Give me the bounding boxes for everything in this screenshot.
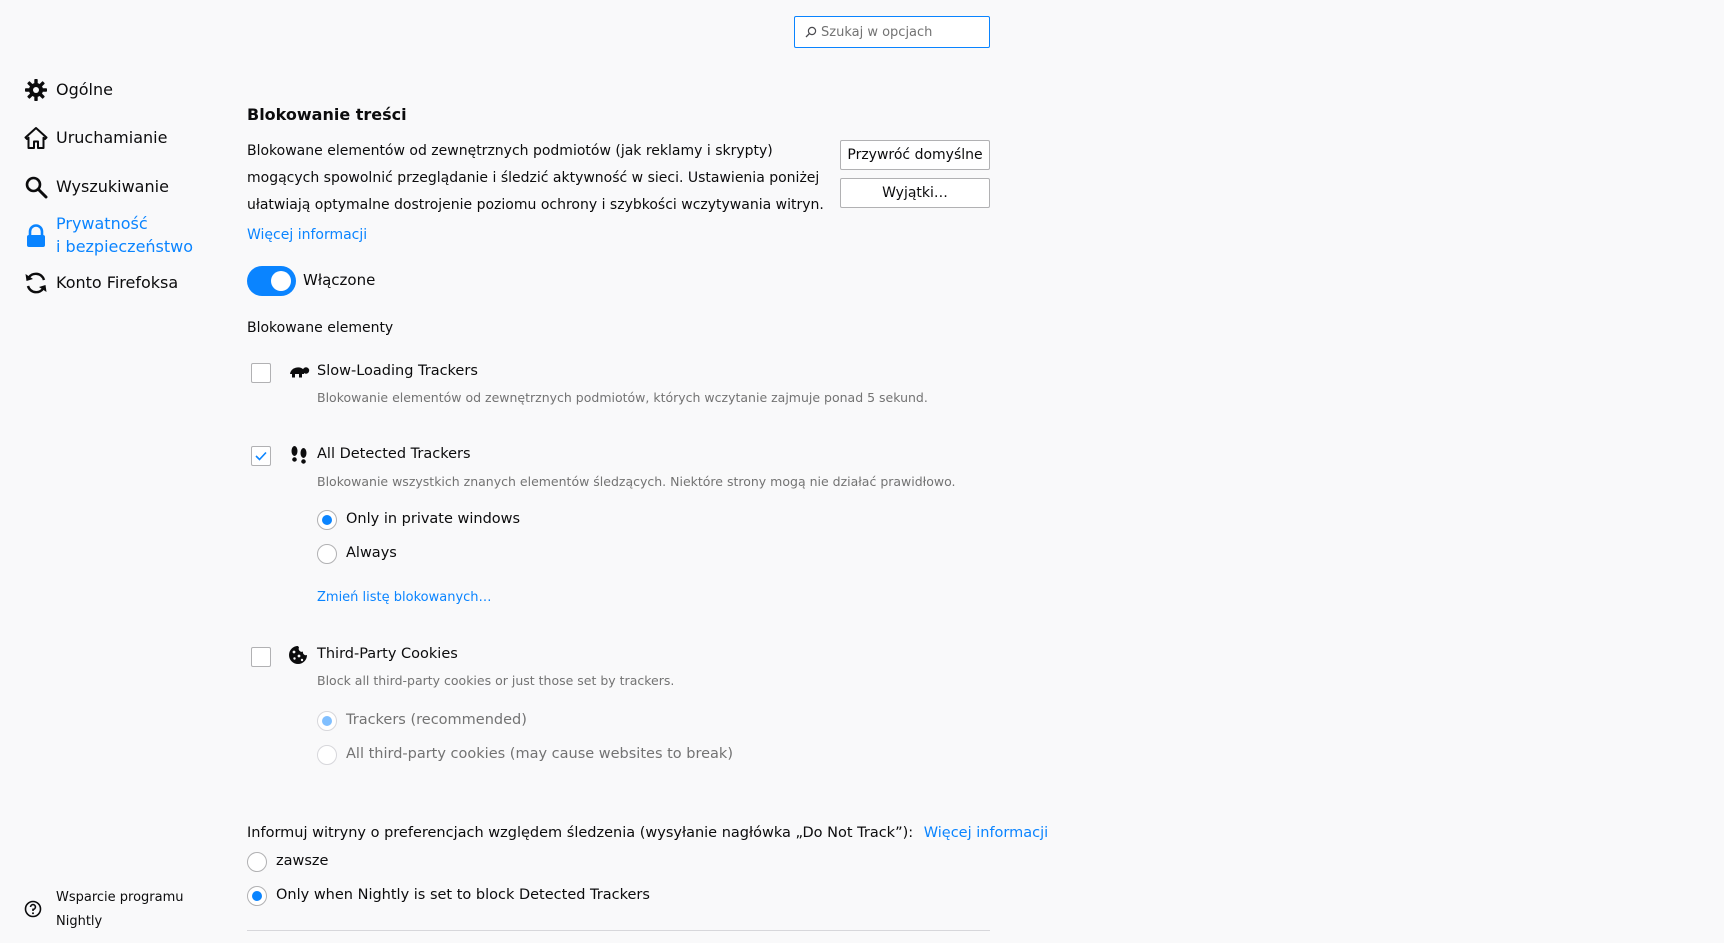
sidebar-item-label: Uruchamianie (56, 128, 168, 147)
search-box[interactable] (794, 16, 990, 48)
search-icon (805, 26, 817, 38)
dnt-always-radio[interactable] (247, 852, 267, 872)
search-icon (24, 175, 48, 199)
checkmark-icon (255, 451, 267, 461)
dnt-label: Informuj witryny o preferencjach względe… (247, 825, 914, 841)
dnt-row: Informuj witryny o preferencjach względe… (247, 825, 1048, 841)
cookies-trackers-radio[interactable] (317, 711, 337, 731)
turtle-icon (288, 363, 310, 383)
support-label-line2: Nightly (56, 914, 103, 929)
all-trackers-private-radio[interactable] (317, 510, 337, 530)
sidebar-item-label-line1: Prywatność (56, 214, 148, 233)
sidebar-item-label: Konto Firefoksa (56, 273, 179, 292)
sidebar-item-home[interactable]: Uruchamianie (24, 126, 167, 150)
support-label-line1: Wsparcie programu (56, 890, 184, 905)
dnt-only-when-blocking-label: Only when Nightly is set to block Detect… (276, 887, 650, 903)
dnt-only-when-blocking-radio[interactable] (247, 886, 267, 906)
third-party-cookies-title: Third-Party Cookies (317, 646, 458, 662)
gear-icon (24, 78, 48, 102)
all-trackers-checkbox[interactable] (251, 446, 271, 466)
all-trackers-title: All Detected Trackers (317, 446, 471, 462)
slow-trackers-title: Slow-Loading Trackers (317, 363, 478, 379)
section-title: Blokowanie treści (247, 105, 407, 124)
learn-more-link[interactable]: Więcej informacji (247, 227, 367, 243)
cookie-icon (288, 645, 308, 669)
third-party-cookies-checkbox[interactable] (251, 647, 271, 667)
third-party-cookies-subtitle: Block all third-party cookies or just th… (317, 673, 675, 688)
dnt-learn-more-link[interactable]: Więcej informacji (924, 825, 1048, 841)
footprints-icon (290, 445, 308, 469)
toggle-label: Włączone (303, 271, 376, 289)
all-trackers-always-radio[interactable] (317, 544, 337, 564)
section-description: Blokowane elementów od zewnętrznych podm… (247, 143, 824, 213)
slow-trackers-checkbox[interactable] (251, 363, 271, 383)
change-block-list-link[interactable]: Zmień listę blokowanych… (317, 590, 492, 605)
all-trackers-private-label: Only in private windows (346, 511, 521, 527)
sidebar-support-link[interactable]: Wsparcie programu Nightly (24, 886, 196, 934)
search-input[interactable] (821, 24, 981, 40)
cookies-trackers-label: Trackers (recommended) (346, 712, 527, 728)
restore-defaults-button[interactable]: Przywróć domyślne (840, 140, 990, 170)
toggle-knob (271, 271, 291, 291)
help-icon (24, 900, 44, 920)
lock-icon (24, 224, 48, 248)
cookies-all-label: All third-party cookies (may cause websi… (346, 746, 733, 762)
section-divider (247, 930, 990, 931)
dnt-always-label: zawsze (276, 853, 329, 869)
exceptions-button[interactable]: Wyjątki… (840, 178, 990, 208)
slow-trackers-subtitle: Blokowanie elementów od zewnętrznych pod… (317, 390, 928, 405)
sidebar-item-search[interactable]: Wyszukiwanie (24, 175, 169, 199)
cookies-all-radio[interactable] (317, 745, 337, 765)
sidebar-item-label-line2: i bezpieczeństwo (56, 237, 194, 256)
sidebar-item-general[interactable]: Ogólne (24, 78, 113, 102)
sidebar-item-label: Ogólne (56, 80, 113, 99)
sidebar-item-label: Prywatność i bezpieczeństwo (56, 212, 193, 258)
sidebar-item-firefox-account[interactable]: Konto Firefoksa (24, 271, 178, 295)
all-trackers-subtitle: Blokowanie wszystkich znanych elementów … (317, 474, 956, 489)
sidebar-item-privacy[interactable]: Prywatność i bezpieczeństwo (24, 212, 193, 258)
all-trackers-always-label: Always (346, 545, 397, 561)
blocked-elements-label: Blokowane elementy (247, 320, 394, 336)
sync-icon (24, 271, 48, 295)
home-icon (24, 126, 48, 150)
sidebar-item-label: Wyszukiwanie (56, 177, 169, 196)
content-blocking-toggle[interactable] (247, 266, 296, 296)
support-label: Wsparcie programu Nightly (56, 886, 196, 934)
